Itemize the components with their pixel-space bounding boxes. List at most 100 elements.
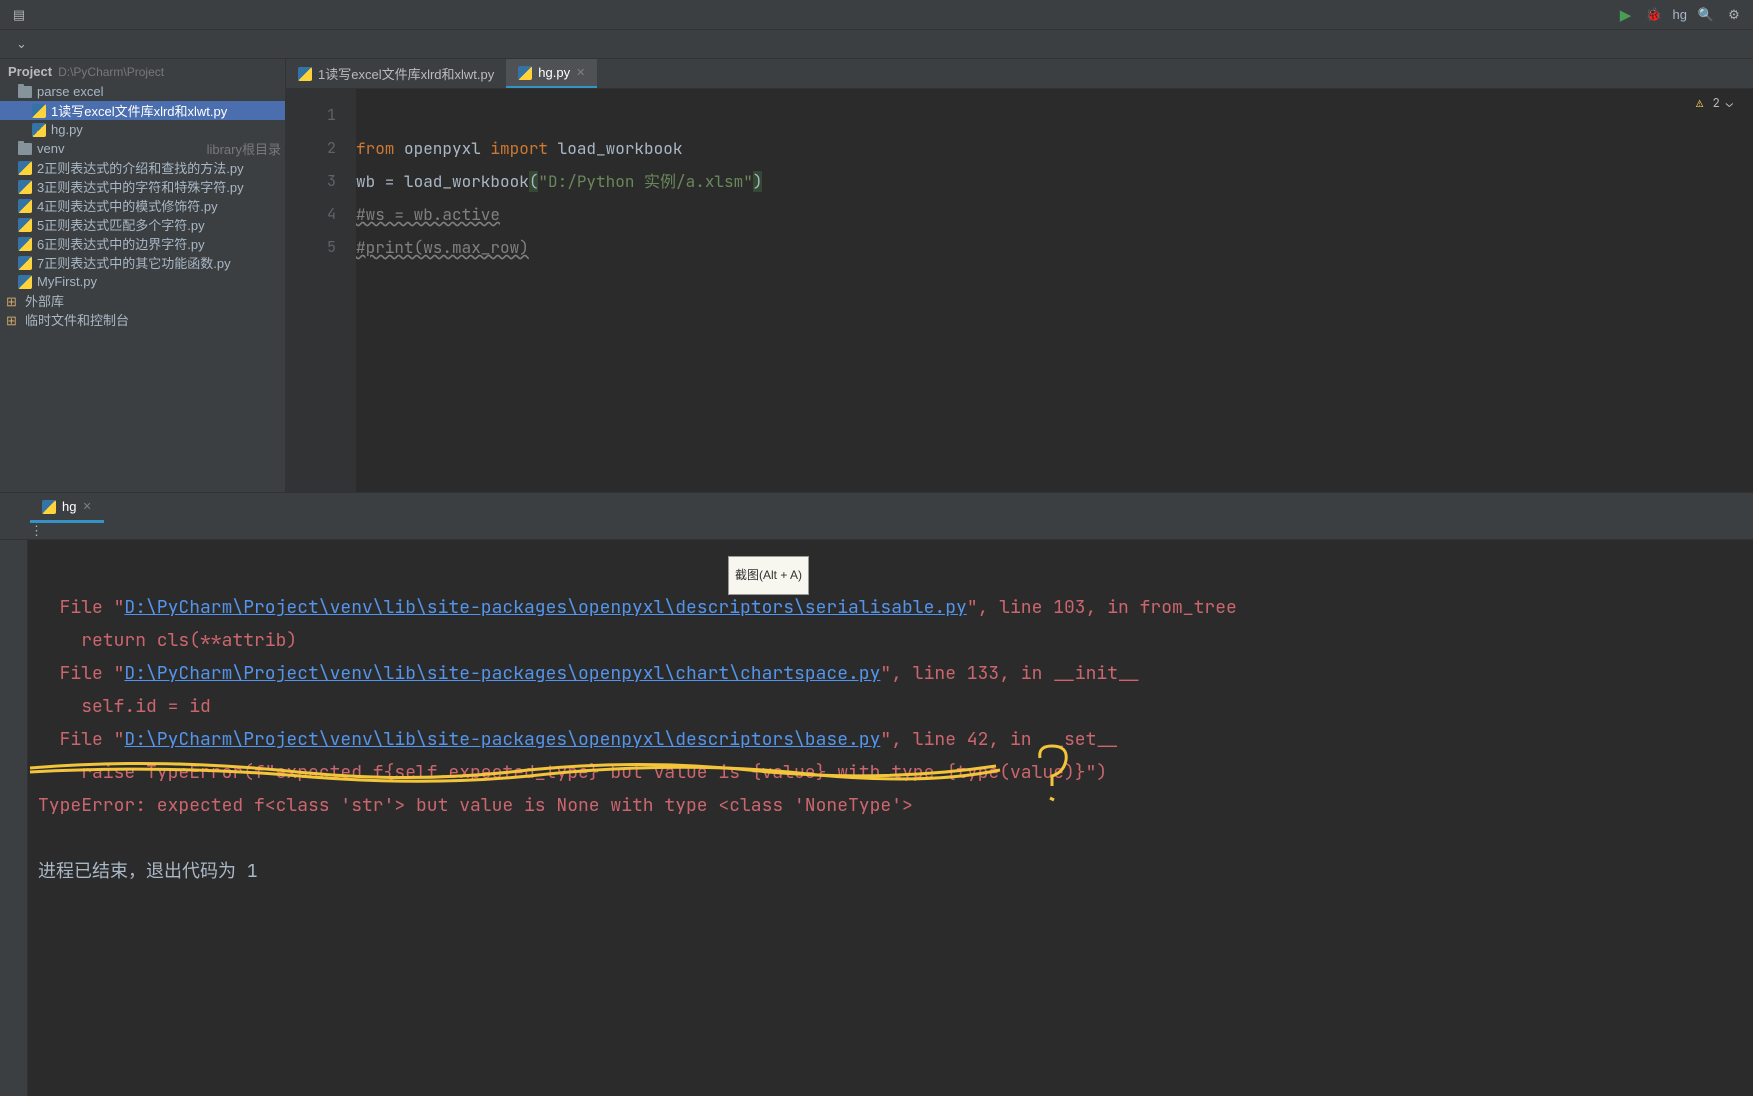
- paren: (: [529, 171, 539, 192]
- keyword: import: [490, 138, 548, 159]
- tree-item[interactable]: 4正则表达式中的模式修饰符.py: [0, 196, 285, 215]
- tree-item-label: 3正则表达式中的字符和特殊字符.py: [37, 177, 281, 196]
- app-menu-icon[interactable]: ▤: [10, 6, 28, 24]
- tree-item-label: parse excel: [37, 84, 281, 99]
- tree-item[interactable]: venv library根目录: [0, 139, 285, 158]
- folder-icon: [18, 143, 32, 155]
- run-tool-window: hg ✕ ⋮ File "D:\PyCharm\Project\venv\lib…: [0, 492, 1753, 1079]
- python-icon: [18, 218, 32, 232]
- code-editor[interactable]: 12345 from openpyxl import load_workbook…: [286, 89, 1753, 492]
- run-tab-label: hg: [62, 499, 76, 514]
- project-header[interactable]: Project D:\PyCharm\Project: [0, 61, 285, 82]
- run-config-name[interactable]: hg: [1673, 7, 1687, 22]
- code-text: wb = load_workbook: [356, 171, 529, 192]
- tree-item-label: 5正则表达式匹配多个字符.py: [37, 215, 281, 234]
- run-icon[interactable]: ▶: [1617, 6, 1635, 24]
- tree-item[interactable]: ⊞临时文件和控制台: [0, 310, 285, 329]
- tab-label: 1读写excel文件库xlrd和xlwt.py: [318, 64, 494, 83]
- paren: ): [753, 171, 763, 192]
- line-number: 4: [286, 198, 336, 231]
- tree-item[interactable]: hg.py: [0, 120, 285, 139]
- tree-item[interactable]: 7正则表达式中的其它功能函数.py: [0, 253, 285, 272]
- tree-item[interactable]: ⊞ 外部库: [0, 291, 285, 310]
- screenshot-tooltip: 截图(Alt + A): [728, 556, 809, 595]
- nav-chevron[interactable]: ⌄: [8, 34, 35, 54]
- file-link[interactable]: D:\PyCharm\Project\venv\lib\site-package…: [124, 728, 880, 751]
- python-icon: [18, 275, 32, 289]
- python-icon: [32, 104, 46, 118]
- error-line: TypeError: expected f<class 'str'> but v…: [38, 794, 913, 817]
- python-icon: [42, 500, 56, 514]
- main-split: Project D:\PyCharm\Project parse excel 1读…: [0, 59, 1753, 492]
- tree-item[interactable]: 3正则表达式中的字符和特殊字符.py: [0, 177, 285, 196]
- editor-tabs: 1读写excel文件库xlrd和xlwt.py hg.py✕: [286, 59, 1753, 89]
- inspection-widget[interactable]: ⚠ 2 ⌄: [1693, 95, 1733, 111]
- tree-item-label: 1读写excel文件库xlrd和xlwt.py: [51, 101, 281, 120]
- project-label: Project: [8, 64, 52, 79]
- warning-count: 2: [1713, 95, 1720, 111]
- debug-icon[interactable]: 🐞: [1645, 6, 1663, 24]
- keyword: from: [356, 138, 394, 159]
- editor-area: 1读写excel文件库xlrd和xlwt.pyhg.py✕ 12345 from…: [286, 59, 1753, 492]
- tree-item-label: 外部库: [25, 291, 281, 310]
- navigation-bar: ⌄: [0, 30, 1753, 59]
- tree-item-label: venv: [37, 141, 202, 156]
- run-toolbar: ⋮: [0, 523, 1753, 540]
- tree-item-label: 7正则表达式中的其它功能函数.py: [37, 253, 281, 272]
- comment: #ws = wb.active: [356, 204, 500, 225]
- traceback-line: self.id = id: [38, 695, 211, 718]
- editor-tab[interactable]: hg.py✕: [506, 59, 597, 88]
- tree-item[interactable]: 5正则表达式匹配多个字符.py: [0, 215, 285, 234]
- settings-icon[interactable]: ⚙: [1725, 6, 1743, 24]
- run-tab[interactable]: hg ✕: [30, 493, 104, 523]
- comment: #print(ws.max_row): [356, 237, 529, 258]
- tree-item-label: 4正则表达式中的模式修饰符.py: [37, 196, 281, 215]
- tree-item[interactable]: parse excel: [0, 82, 285, 101]
- python-icon: [18, 237, 32, 251]
- python-icon: [18, 199, 32, 213]
- chevron-down-icon: ⌄: [16, 36, 27, 52]
- tree-item-label: 临时文件和控制台: [25, 310, 281, 329]
- gutter: 12345: [286, 89, 356, 492]
- python-icon: [18, 161, 32, 175]
- search-icon[interactable]: 🔍: [1697, 6, 1715, 24]
- line-number: 1: [286, 99, 336, 132]
- project-tool-window[interactable]: Project D:\PyCharm\Project parse excel 1读…: [0, 59, 286, 492]
- close-icon[interactable]: ✕: [576, 66, 585, 79]
- tree-item[interactable]: MyFirst.py: [0, 272, 285, 291]
- tree-item-label: hg.py: [51, 122, 281, 137]
- file-link[interactable]: D:\PyCharm\Project\venv\lib\site-package…: [124, 596, 966, 619]
- run-side-toolbar[interactable]: [0, 540, 28, 1096]
- run-tabs-row: hg ✕: [0, 493, 1753, 523]
- code-text: openpyxl: [394, 138, 490, 159]
- tree-item[interactable]: 6正则表达式中的边界字符.py: [0, 234, 285, 253]
- library-icon: ⊞: [6, 294, 20, 308]
- project-path: D:\PyCharm\Project: [58, 65, 164, 79]
- warning-icon: ⚠: [1693, 96, 1707, 110]
- traceback-line: raise TypeError(f"expected f{self.expect…: [38, 761, 1107, 784]
- traceback-line: File "D:\PyCharm\Project\venv\lib\site-p…: [38, 728, 1118, 751]
- file-link[interactable]: D:\PyCharm\Project\venv\lib\site-package…: [124, 662, 880, 685]
- close-icon[interactable]: ✕: [82, 500, 91, 513]
- traceback-line: return cls(**attrib): [38, 629, 297, 652]
- folder-icon: [18, 86, 32, 98]
- title-bar: ▤ ▶ 🐞 hg 🔍 ⚙: [0, 0, 1753, 30]
- python-icon: [18, 180, 32, 194]
- code-lines[interactable]: from openpyxl import load_workbook wb = …: [356, 89, 1753, 492]
- python-icon: [298, 67, 312, 81]
- chevron-icon: ⌄: [1726, 95, 1733, 111]
- tree-item[interactable]: 1读写excel文件库xlrd和xlwt.py: [0, 101, 285, 120]
- editor-tab[interactable]: 1读写excel文件库xlrd和xlwt.py: [286, 59, 506, 88]
- python-icon: [18, 256, 32, 270]
- string-literal: "D:/Python 实例/a.xlsm": [538, 171, 752, 192]
- line-number: 2: [286, 132, 336, 165]
- console-output[interactable]: File "D:\PyCharm\Project\venv\lib\site-p…: [28, 540, 1753, 1096]
- line-number: 3: [286, 165, 336, 198]
- more-icon[interactable]: ⋮: [30, 523, 44, 539]
- tree-item[interactable]: 2正则表达式的介绍和查找的方法.py: [0, 158, 285, 177]
- line-number: 5: [286, 231, 336, 264]
- code-text: load_workbook: [548, 138, 682, 159]
- exit-line: 进程已结束，退出代码为 1: [38, 860, 258, 883]
- traceback-line: File "D:\PyCharm\Project\venv\lib\site-p…: [38, 662, 1140, 685]
- tree-item-label: MyFirst.py: [37, 274, 281, 289]
